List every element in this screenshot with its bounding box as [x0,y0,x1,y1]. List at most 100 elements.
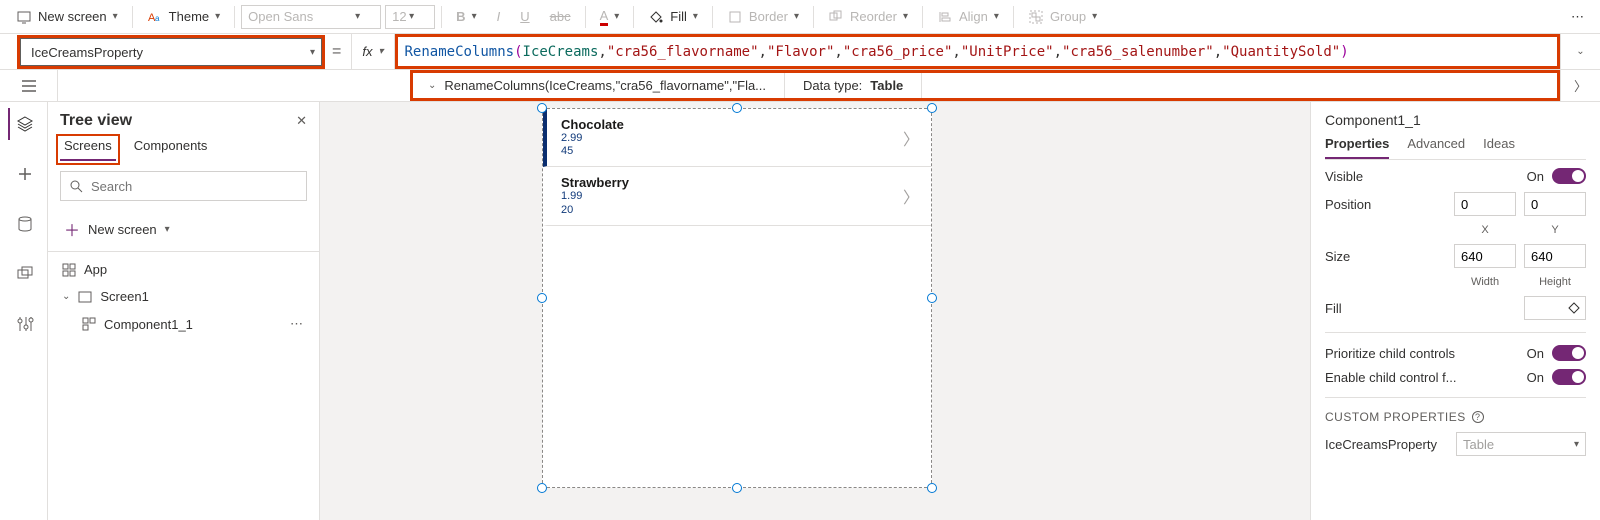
font-color-button[interactable]: A▾ [592,3,628,31]
resize-handle[interactable] [537,103,547,113]
plus-icon: ＋ [64,217,80,241]
prioritize-toggle[interactable] [1552,345,1586,361]
tree-new-screen[interactable]: ＋ New screen ▾ [48,211,319,247]
tab-components[interactable]: Components [134,138,208,161]
chevron-down-icon: ▾ [310,47,315,58]
tree-screen1-label: Screen1 [100,289,148,304]
visible-state: On [1527,169,1544,184]
group-menu[interactable]: Group▾ [1020,3,1105,31]
visible-toggle[interactable] [1552,168,1586,184]
tree-item-more[interactable]: ⋯ [290,316,305,332]
height-input[interactable] [1524,244,1586,268]
layers-icon [16,115,34,133]
tab-properties[interactable]: Properties [1325,136,1389,159]
tab-screens[interactable]: Screens [60,138,116,161]
enable-child-toggle[interactable] [1552,369,1586,385]
chevron-down-icon: ▾ [215,11,220,22]
resize-handle[interactable] [732,483,742,493]
resize-handle[interactable] [927,483,937,493]
list-item[interactable]: Strawberry 1.99 20 〉 [543,167,931,225]
canvas[interactable]: Chocolate 2.99 45 〉 Strawberry 1.99 20 〉 [320,102,1310,520]
chevron-down-icon: ▾ [1574,439,1579,450]
position-label: Position [1325,197,1454,212]
chevron-down-icon: ▾ [378,46,383,57]
formula-expand-button[interactable]: ⌄ [1560,34,1600,69]
tree-search[interactable] [60,171,307,201]
tab-advanced[interactable]: Advanced [1407,136,1465,159]
rail-media-button[interactable] [8,258,40,290]
top-toolbar: New screen ▾ Aa Theme ▾ Open Sans ▾ 12 ▾… [0,0,1600,34]
resize-handle[interactable] [537,293,547,303]
underline-button[interactable]: U [512,3,537,31]
tree-title: Tree view [60,112,296,130]
datatype-value: Table [870,78,903,93]
visible-label: Visible [1325,169,1527,184]
font-select[interactable]: Open Sans ▾ [241,5,381,29]
chevron-right-icon: 〉 [903,126,919,150]
border-menu[interactable]: Border▾ [719,3,807,31]
info-icon[interactable]: ? [1472,411,1484,423]
component-icon [82,317,96,331]
tree-screen1[interactable]: ⌄ Screen1 [48,283,319,310]
rail-insert-button[interactable] [8,158,40,190]
theme-menu[interactable]: Aa Theme ▾ [139,3,229,31]
tree-component1[interactable]: Component1_1 ⋯ [48,310,319,338]
formula-preview-cell[interactable]: ⌄ RenameColumns(IceCreams,"cra56_flavorn… [410,70,785,101]
fill-menu[interactable]: Fill▾ [640,3,706,31]
align-label: Align [959,9,988,24]
rail-tree-button[interactable] [8,108,40,140]
separator [633,6,634,28]
font-size-select[interactable]: 12 ▾ [385,5,435,29]
separator [813,6,814,28]
tab-ideas[interactable]: Ideas [1483,136,1515,159]
component-frame[interactable]: Chocolate 2.99 45 〉 Strawberry 1.99 20 〉 [542,108,932,488]
strike-button[interactable]: abc [542,3,579,31]
search-input[interactable] [91,179,298,194]
tree-view-panel: Tree view ✕ Screens Components ＋ New scr… [48,102,320,520]
resize-handle[interactable] [537,483,547,493]
resize-handle[interactable] [732,103,742,113]
resize-handle[interactable] [927,293,937,303]
resize-handle[interactable] [927,103,937,113]
property-dropdown[interactable]: IceCreamsProperty ▾ [20,38,322,66]
datatype-label: Data type: [803,78,862,93]
toolbar-more[interactable]: ⋯ [1563,3,1592,31]
border-label: Border [749,9,788,24]
separator [132,6,133,28]
align-menu[interactable]: Align▾ [929,3,1007,31]
width-input[interactable] [1454,244,1516,268]
formula-input[interactable]: RenameColumns(IceCreams,"cra56_flavornam… [395,34,1561,69]
group-icon [1028,9,1044,25]
close-icon[interactable]: ✕ [296,113,307,129]
fx-button[interactable]: fx ▾ [351,34,394,69]
result-next-button[interactable]: 〉 [1560,70,1600,101]
bucket-icon [648,9,664,25]
item-price: 2.99 [561,132,624,145]
datatype-cell: Data type: Table [785,70,922,101]
reorder-menu[interactable]: Reorder▾ [820,3,916,31]
screen-icon [78,290,92,304]
pos-y-input[interactable] [1524,192,1586,216]
italic-button[interactable]: I [489,3,509,31]
group-label: Group [1050,9,1086,24]
hamburger-button[interactable] [0,70,58,101]
database-icon [16,215,34,233]
fill-picker[interactable] [1524,296,1586,320]
pos-x-input[interactable] [1454,192,1516,216]
rail-tools-button[interactable] [8,308,40,340]
rail-data-button[interactable] [8,208,40,240]
theme-icon: Aa [147,9,163,25]
enable-child-label: Enable child control f... [1325,370,1527,385]
property-name: IceCreamsProperty [31,45,143,60]
bold-button[interactable]: B▾ [448,3,484,31]
list-item[interactable]: Chocolate 2.99 45 〉 [543,109,931,167]
media-icon [16,265,34,283]
prioritize-label: Prioritize child controls [1325,346,1527,361]
props-header: Component1_1 [1325,112,1586,128]
new-screen-menu[interactable]: New screen ▾ [8,3,126,31]
custom-prop-type[interactable]: Table ▾ [1456,432,1586,456]
chevron-down-icon: ▾ [355,11,360,22]
tree-app[interactable]: App [48,256,319,283]
font-size-value: 12 [392,9,406,24]
item-title: Chocolate [561,117,624,132]
